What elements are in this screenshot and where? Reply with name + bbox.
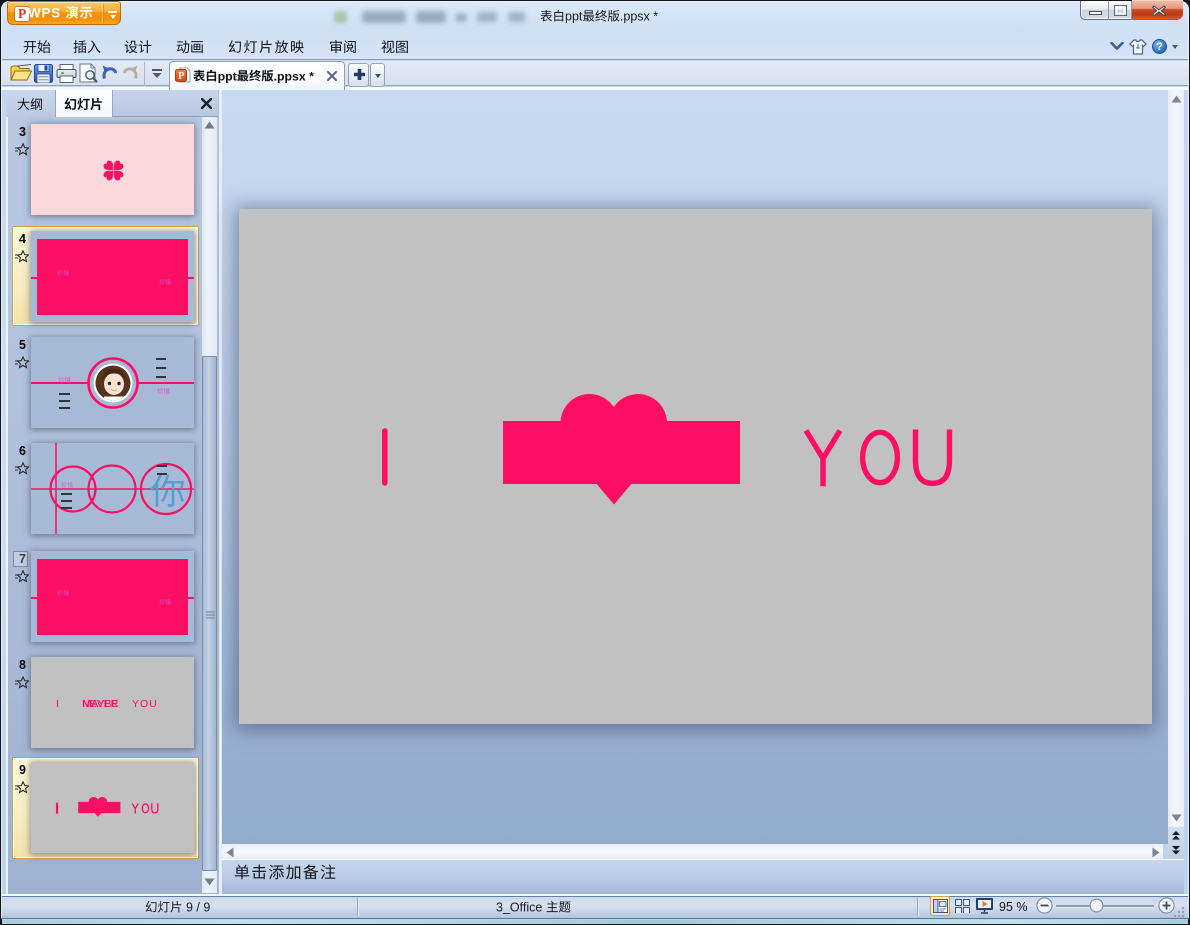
svg-text:.ppsx *: .ppsx *	[620, 10, 658, 24]
svg-text:9 / 9: 9 / 9	[186, 901, 210, 915]
svg-text:YOU: YOU	[132, 698, 158, 710]
svg-text:.ppsx *: .ppsx *	[274, 69, 315, 83]
svg-text:MAYBE: MAYBE	[83, 698, 119, 710]
svg-text:P: P	[178, 71, 185, 82]
svg-text:I: I	[56, 698, 59, 710]
svg-text:ppt: ppt	[218, 69, 237, 83]
svg-text:ppt: ppt	[565, 10, 583, 24]
svg-text:3_Office: 3_Office	[496, 901, 542, 915]
svg-text:WPS: WPS	[28, 6, 61, 21]
